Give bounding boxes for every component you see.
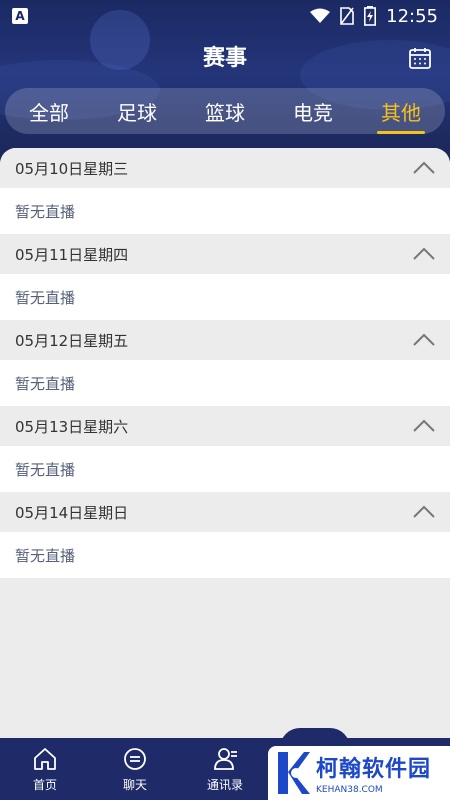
date-label: 05月14日星期日	[15, 503, 129, 522]
empty-live-message: 暂无直播	[0, 532, 450, 578]
date-label: 05月10日星期三	[15, 159, 129, 178]
schedule-list: 05月10日星期三 暂无直播 05月11日星期四 暂无直播 05月12日星期五 …	[0, 148, 450, 738]
nav-contacts[interactable]: 通讯录	[180, 738, 270, 800]
nav-chat-label: 聊天	[122, 778, 147, 792]
tab-all[interactable]: 全部	[25, 97, 73, 126]
date-section-header[interactable]: 05月11日星期四	[0, 234, 450, 274]
date-label: 05月12日星期五	[15, 331, 129, 350]
date-section-header[interactable]: 05月10日星期三	[0, 148, 450, 188]
date-section-header[interactable]: 05月14日星期日	[0, 492, 450, 532]
watermark-cn: 柯翰软件园	[316, 757, 432, 782]
header: A 12:55 赛事 全部 足球 篮球 电竞 其他	[0, 0, 450, 165]
nav-chat[interactable]: 聊天	[90, 738, 180, 800]
clock: 12:55	[386, 5, 438, 27]
status-bar: A 12:55	[0, 0, 450, 32]
calendar-icon[interactable]	[408, 46, 432, 70]
empty-live-message: 暂无直播	[0, 188, 450, 234]
battery-icon	[364, 6, 377, 26]
date-section-header[interactable]: 05月13日星期六	[0, 406, 450, 446]
wifi-icon	[310, 8, 331, 23]
category-tabs: 全部 足球 篮球 电竞 其他	[5, 88, 445, 134]
kehan-logo-icon	[278, 752, 310, 794]
page-title: 赛事	[202, 46, 247, 71]
chevron-up-icon[interactable]	[413, 419, 435, 433]
watermark-en: KEHAN38.COM	[316, 785, 383, 795]
home-icon	[34, 748, 56, 770]
chevron-up-icon[interactable]	[413, 247, 435, 261]
tab-basketball[interactable]: 篮球	[201, 97, 249, 126]
chevron-up-icon[interactable]	[413, 505, 435, 519]
nav-home-label: 首页	[32, 778, 57, 792]
empty-live-message: 暂无直播	[0, 446, 450, 492]
date-section-header[interactable]: 05月12日星期五	[0, 320, 450, 360]
empty-live-message: 暂无直播	[0, 360, 450, 406]
tab-esports[interactable]: 电竞	[289, 97, 337, 126]
empty-live-message: 暂无直播	[0, 274, 450, 320]
nav-home[interactable]: 首页	[0, 738, 90, 800]
app-notification-icon: A	[12, 8, 28, 24]
tab-football[interactable]: 足球	[113, 97, 161, 126]
chat-icon	[124, 748, 146, 770]
date-label: 05月13日星期六	[15, 417, 129, 436]
tab-other[interactable]: 其他	[377, 97, 425, 134]
chevron-up-icon[interactable]	[413, 333, 435, 347]
site-watermark: 柯翰软件园 KEHAN38.COM	[268, 746, 450, 800]
date-label: 05月11日星期四	[15, 245, 129, 264]
chevron-up-icon[interactable]	[413, 161, 435, 175]
no-sim-icon	[340, 7, 354, 25]
nav-contacts-label: 通讯录	[206, 778, 243, 792]
contacts-icon	[214, 748, 237, 770]
